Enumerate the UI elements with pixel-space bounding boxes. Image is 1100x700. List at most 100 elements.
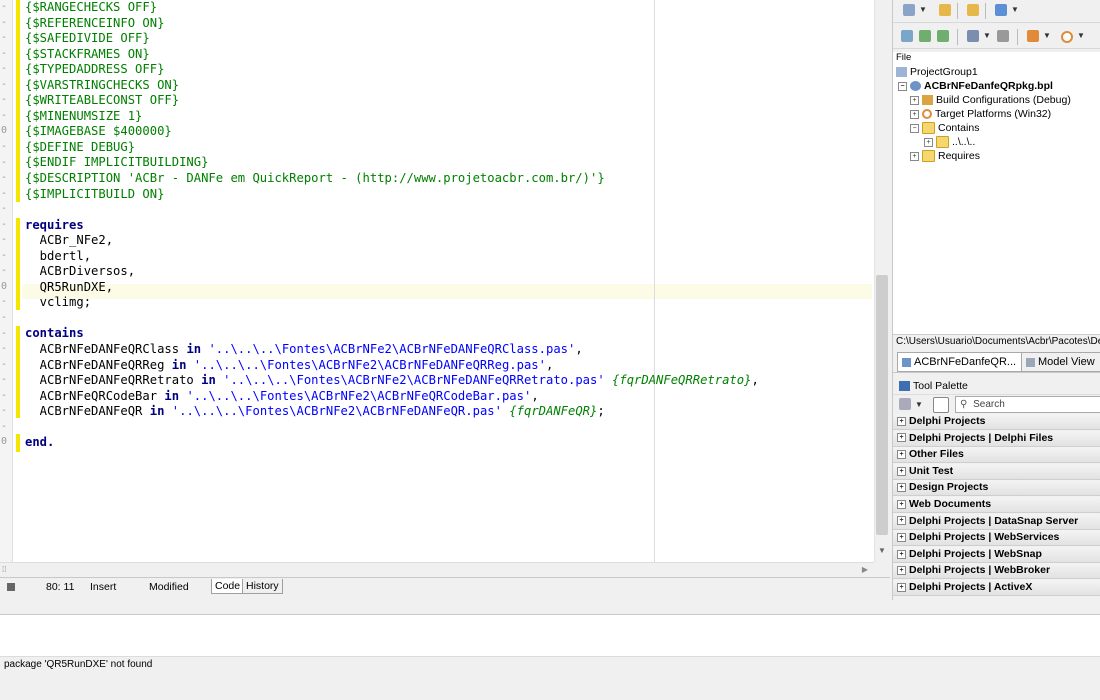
palette-category[interactable]: + Design Projects: [893, 480, 1100, 497]
code-line[interactable]: {$MINENUMSIZE 1}: [25, 109, 759, 125]
code-line[interactable]: ACBrNFeDANFeQR in '..\..\..\Fontes\ACBrN…: [25, 404, 759, 420]
add-icon[interactable]: [919, 30, 931, 42]
palette-category[interactable]: + Delphi Projects: [893, 414, 1100, 430]
code-line[interactable]: {$ENDIF IMPLICITBUILDING}: [25, 155, 759, 171]
code-editor[interactable]: - - - - - - - - 0 - - - - - - - - - 0 - - - - - - - - - 0 {$RANGECHE…: [0, 0, 874, 562]
dropdown-arrow-icon[interactable]: ▼: [919, 5, 927, 14]
code-line[interactable]: ACBrNFeDANFeQRReg in '..\..\..\Fontes\AC…: [25, 358, 759, 374]
options-icon[interactable]: [997, 30, 1009, 42]
scroll-down-arrow-icon[interactable]: ▼: [874, 544, 890, 558]
expand-icon[interactable]: +: [897, 499, 906, 509]
code-line[interactable]: bdertl,: [25, 249, 759, 265]
list-view-icon[interactable]: [967, 30, 979, 42]
collapse-icon[interactable]: −: [910, 123, 919, 133]
code-line[interactable]: ACBrNFeDANFeQRRetrato in '..\..\..\Fonte…: [25, 373, 759, 389]
requires-node[interactable]: + Requires: [910, 149, 980, 163]
palette-category[interactable]: + Delphi Projects | WebBroker: [893, 563, 1100, 580]
tab-project[interactable]: ACBrNFeDanfeQR...: [897, 352, 1025, 372]
expand-icon[interactable]: +: [897, 433, 906, 443]
code-line[interactable]: QR5RunDXE,: [25, 280, 759, 296]
code-line[interactable]: {$VARSTRINGCHECKS ON}: [25, 78, 759, 94]
pointer-icon[interactable]: [933, 397, 949, 413]
code-line[interactable]: ACBr_NFe2,: [25, 233, 759, 249]
palette-category[interactable]: + Delphi Projects | DataSnap Server: [893, 513, 1100, 530]
expand-icon[interactable]: +: [924, 137, 933, 147]
open-folder-icon[interactable]: [939, 4, 951, 16]
expand-icon[interactable]: +: [897, 532, 906, 542]
tab-history[interactable]: History: [242, 579, 283, 594]
code-line[interactable]: {$WRITEABLECONST OFF}: [25, 93, 759, 109]
expand-icon[interactable]: +: [897, 449, 906, 459]
palette-category[interactable]: + Delphi Projects | WebSnap: [893, 546, 1100, 563]
code-line[interactable]: ACBrNFeQRCodeBar in '..\..\..\Fontes\ACB…: [25, 389, 759, 405]
expand-icon[interactable]: +: [897, 582, 906, 592]
vertical-scroll-thumb[interactable]: [876, 275, 888, 535]
code-line[interactable]: {$IMPLICITBUILD ON}: [25, 187, 759, 203]
dropdown-arrow-icon[interactable]: ▼: [983, 31, 991, 40]
build-icon[interactable]: [1027, 30, 1039, 42]
expand-icon[interactable]: +: [897, 466, 906, 476]
code-line[interactable]: vclimg;: [25, 295, 759, 311]
dropdown-arrow-icon[interactable]: ▼: [915, 400, 923, 409]
dropdown-arrow-icon[interactable]: ▼: [1011, 5, 1019, 14]
horizontal-scrollbar[interactable]: ⁞⁞ ▶: [0, 562, 874, 577]
gutter-marker: -: [1, 420, 8, 432]
code-token: {$WRITEABLECONST OFF}: [25, 93, 180, 108]
scroll-right-arrow-icon[interactable]: ▶: [862, 563, 868, 577]
code-line[interactable]: {$REFERENCEINFO ON}: [25, 16, 759, 32]
code-line[interactable]: end.: [25, 435, 759, 451]
new-item-icon[interactable]: [903, 4, 915, 16]
contains-node[interactable]: − Contains: [910, 121, 979, 135]
build-configurations-node[interactable]: + Build Configurations (Debug): [910, 93, 1071, 107]
palette-search-input[interactable]: Search: [973, 399, 1005, 410]
palette-search-box[interactable]: ⚲ Search: [955, 396, 1100, 413]
sync-icon[interactable]: [901, 30, 913, 42]
relative-folder-node[interactable]: + ..\..\..: [924, 135, 975, 149]
tab-code[interactable]: Code: [211, 579, 245, 594]
code-line[interactable]: {$IMAGEBASE $400000}: [25, 124, 759, 140]
categories-icon[interactable]: [899, 398, 911, 410]
palette-category[interactable]: + Web Documents: [893, 497, 1100, 513]
collapse-icon[interactable]: −: [898, 81, 907, 91]
open-project-icon[interactable]: [967, 4, 979, 16]
code-line[interactable]: {$STACKFRAMES ON}: [25, 47, 759, 63]
code-line[interactable]: ACBrNFeDANFeQRClass in '..\..\..\Fontes\…: [25, 342, 759, 358]
dropdown-arrow-icon[interactable]: ▼: [1043, 31, 1051, 40]
expand-icon[interactable]: +: [897, 566, 906, 576]
code-line[interactable]: [25, 202, 759, 218]
code-line[interactable]: [25, 311, 759, 327]
code-line[interactable]: [25, 420, 759, 436]
project-group-node[interactable]: ProjectGroup1: [896, 65, 978, 79]
expand-icon[interactable]: +: [910, 151, 919, 161]
expand-icon[interactable]: +: [897, 483, 906, 493]
code-line[interactable]: {$RANGECHECKS OFF}: [25, 0, 759, 16]
code-line[interactable]: ACBrDiversos,: [25, 264, 759, 280]
view-icon[interactable]: [995, 4, 1007, 16]
code-line[interactable]: requires: [25, 218, 759, 234]
expand-icon[interactable]: +: [910, 109, 919, 119]
palette-category[interactable]: + Delphi Projects | WebServices: [893, 530, 1100, 547]
palette-category[interactable]: + Other Files: [893, 447, 1100, 464]
gutter-marker: -: [1, 234, 8, 246]
target-platforms-node[interactable]: + Target Platforms (Win32): [910, 107, 1051, 121]
code-line[interactable]: {$DEFINE DEBUG}: [25, 140, 759, 156]
palette-category[interactable]: + Delphi Projects | Delphi Files: [893, 430, 1100, 447]
scroll-left-arrow-icon[interactable]: ⁞⁞: [2, 563, 6, 577]
expand-icon[interactable]: +: [897, 516, 906, 526]
remove-icon[interactable]: [937, 30, 949, 42]
dropdown-arrow-icon[interactable]: ▼: [1077, 31, 1085, 40]
run-icon[interactable]: [1061, 31, 1073, 43]
code-line[interactable]: contains: [25, 326, 759, 342]
code-text[interactable]: {$RANGECHECKS OFF} {$REFERENCEINFO ON} {$S…: [25, 0, 759, 451]
code-line[interactable]: {$DESCRIPTION 'ACBr - DANFe em QuickRepo…: [25, 171, 759, 187]
tab-model-view[interactable]: Model View: [1021, 352, 1100, 372]
expand-icon[interactable]: +: [910, 95, 919, 105]
code-line[interactable]: {$TYPEDADDRESS OFF}: [25, 62, 759, 78]
palette-category[interactable]: + Unit Test: [893, 463, 1100, 480]
code-line[interactable]: {$SAFEDIVIDE OFF}: [25, 31, 759, 47]
project-tree[interactable]: ProjectGroup1 − ACBrNFeDanfeQRpkg.bpl + Bu…: [893, 64, 1100, 334]
package-node[interactable]: − ACBrNFeDanfeQRpkg.bpl: [898, 79, 1053, 93]
palette-category[interactable]: + Delphi Projects | ActiveX: [893, 580, 1100, 596]
expand-icon[interactable]: +: [897, 549, 906, 559]
expand-icon[interactable]: +: [897, 416, 906, 426]
